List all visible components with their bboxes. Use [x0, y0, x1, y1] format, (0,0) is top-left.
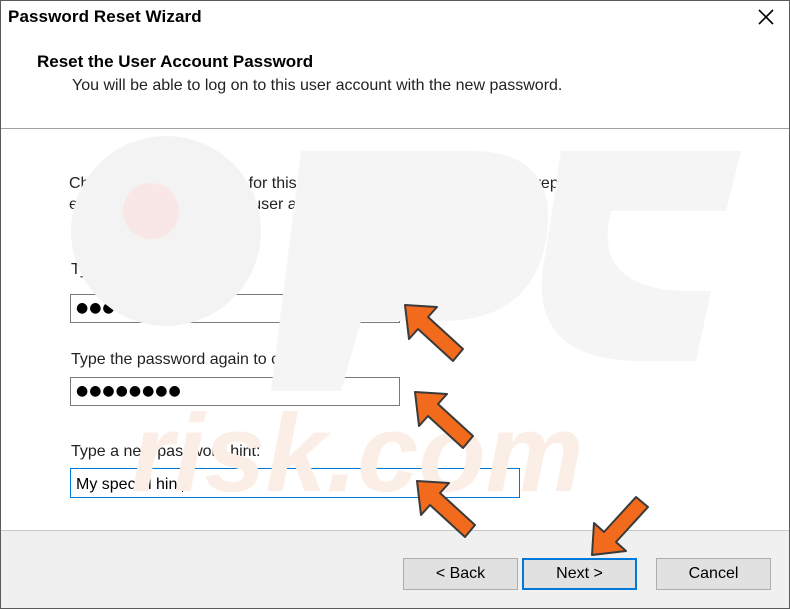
- arrow-pointer-icon: [591, 496, 649, 556]
- page-title: Reset the User Account Password: [37, 52, 314, 71]
- wizard-window: Password Reset Wizard Reset the User Acc…: [0, 0, 790, 609]
- close-button[interactable]: [743, 1, 789, 33]
- cancel-button[interactable]: Cancel: [656, 558, 771, 590]
- arrow-pointer-icon: [414, 391, 474, 449]
- text-caret: [181, 474, 183, 492]
- confirm-password-label: Type the password again to confirm:: [71, 351, 329, 368]
- wizard-content: Choose a new password for this user acco…: [1, 130, 789, 530]
- close-icon: [758, 9, 774, 25]
- window-title: Password Reset Wizard: [8, 7, 202, 26]
- next-button[interactable]: Next >: [522, 558, 637, 590]
- wizard-footer: < Back Next > Cancel: [1, 530, 789, 608]
- back-button[interactable]: < Back: [403, 558, 518, 590]
- description-text: Choose a new password for this user acco…: [69, 175, 677, 213]
- confirm-password-field[interactable]: ●●●●●●●●: [70, 377, 400, 406]
- password-hint-value: My special hint: [76, 476, 182, 493]
- new-password-field[interactable]: ●●●●●●●●: [70, 294, 400, 323]
- page-subtitle: You will be able to log on to this user …: [72, 77, 563, 94]
- password-hint-label: Type a new password hint:: [71, 443, 261, 460]
- arrow-pointer-icon: [404, 304, 464, 362]
- title-bar: Password Reset Wizard: [1, 1, 789, 33]
- wizard-header: Reset the User Account Password You will…: [1, 33, 789, 128]
- arrow-pointer-icon: [416, 480, 476, 538]
- new-password-label: Type a new password:: [71, 261, 231, 278]
